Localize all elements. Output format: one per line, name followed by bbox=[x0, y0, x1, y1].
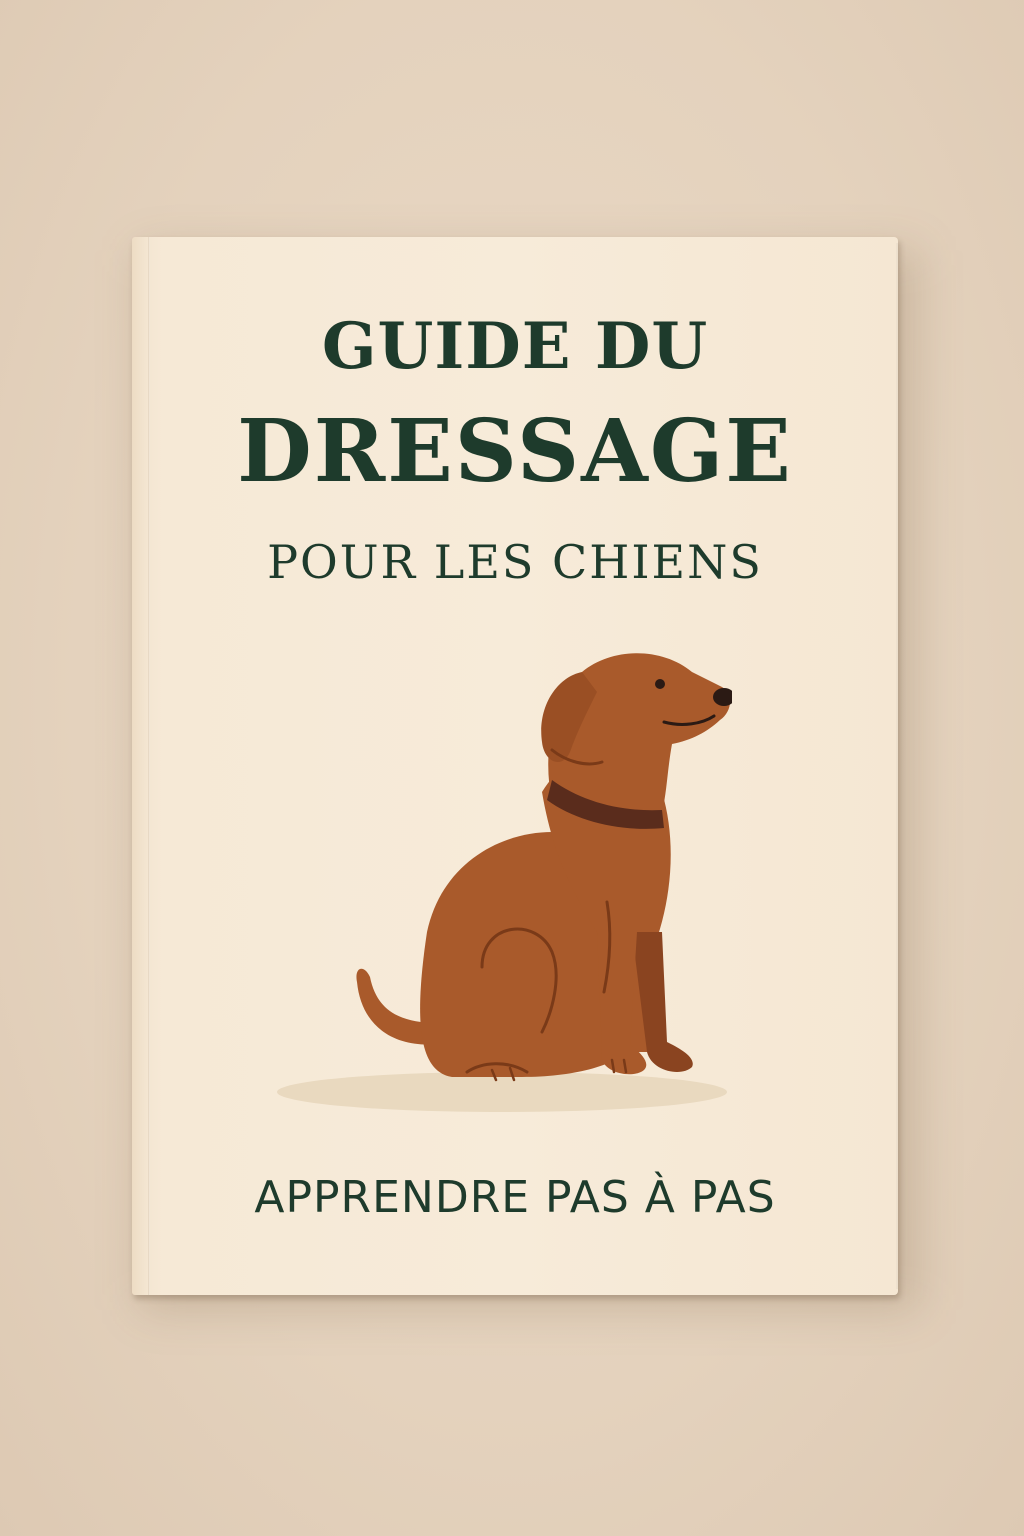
book-spine-crease bbox=[148, 237, 150, 1295]
dog-eye bbox=[655, 679, 665, 689]
ground-shadow bbox=[277, 1072, 727, 1112]
title-line-1: GUIDE DU bbox=[321, 309, 709, 384]
title-line-3: POUR LES CHIENS bbox=[267, 535, 763, 589]
sitting-dog-icon bbox=[277, 653, 732, 1112]
title-line-2: DRESSAGE bbox=[237, 401, 793, 502]
cover-subtitle: APPRENDRE PAS À PAS bbox=[254, 1172, 776, 1223]
book-cover: GUIDE DU DRESSAGE POUR LES CHIENS APPREN… bbox=[132, 237, 898, 1295]
book-page-edge bbox=[896, 243, 898, 1289]
background-scene: GUIDE DU DRESSAGE POUR LES CHIENS APPREN… bbox=[0, 0, 1024, 1536]
